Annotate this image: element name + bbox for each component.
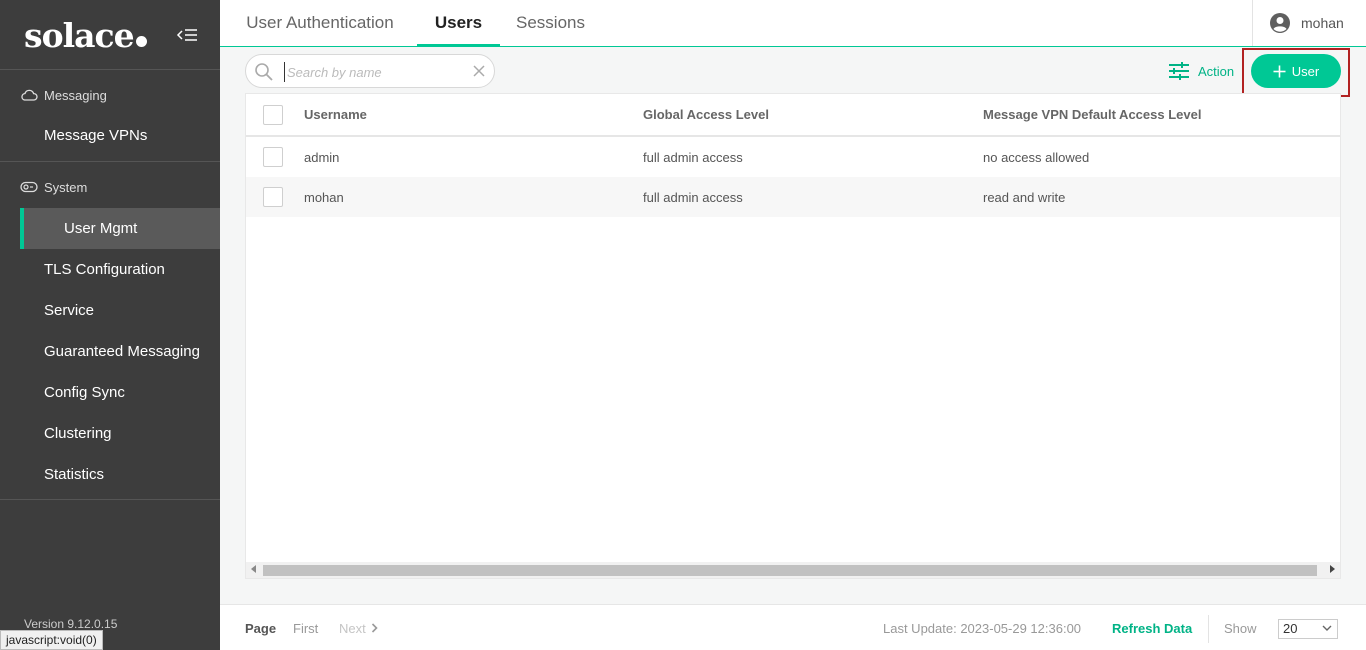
solace-logo[interactable]: solace [24, 16, 147, 55]
select-all-checkbox[interactable] [263, 105, 283, 125]
sidebar-item-guaranteed-messaging[interactable]: Guaranteed Messaging [0, 331, 220, 372]
table-row[interactable]: admin full admin access no access allowe… [246, 137, 1340, 177]
refresh-data-button[interactable]: Refresh Data [1112, 621, 1192, 636]
sidebar-item-tls-configuration[interactable]: TLS Configuration [0, 249, 220, 290]
search-icon [255, 63, 273, 81]
logo-row: solace [0, 0, 220, 70]
search-input[interactable] [284, 62, 464, 82]
version-label: Version 9.12.0.15 [24, 617, 118, 631]
footer-divider [1208, 615, 1209, 643]
table-header: Username Global Access Level Message VPN… [246, 94, 1340, 137]
horizontal-scrollbar[interactable] [246, 562, 1340, 578]
browser-status-bar: javascript:void(0) [0, 630, 103, 650]
cell-username: admin [304, 150, 340, 165]
account-circle-icon [1270, 13, 1290, 33]
chevron-right-icon [372, 623, 378, 633]
next-page-link[interactable]: Next [339, 621, 378, 636]
show-label: Show [1224, 621, 1257, 636]
column-header-vpn-default-access-level[interactable]: Message VPN Default Access Level [983, 107, 1201, 122]
sidebar-item-clustering[interactable]: Clustering [0, 413, 220, 454]
sliders-icon [1169, 62, 1189, 80]
last-update-label: Last Update: 2023-05-29 12:36:00 [883, 621, 1082, 636]
scrollbar-thumb[interactable] [263, 565, 1317, 576]
sidebar-item-message-vpns[interactable]: Message VPNs [0, 116, 220, 154]
users-table: Username Global Access Level Message VPN… [245, 93, 1341, 579]
sidebar-item-user-mgmt[interactable]: User Mgmt [20, 208, 220, 249]
chevron-down-icon [1322, 625, 1332, 631]
cell-username: mohan [304, 190, 344, 205]
collapse-menu-icon[interactable] [176, 26, 198, 44]
plus-icon [1273, 65, 1286, 77]
cell-global-access-level: full admin access [643, 190, 743, 205]
table-row[interactable]: mohan full admin access read and write [246, 177, 1340, 217]
toggle-icon [20, 181, 38, 193]
sidebar-item-config-sync[interactable]: Config Sync [0, 372, 220, 413]
add-user-button[interactable]: User [1251, 54, 1341, 88]
row-checkbox[interactable] [263, 147, 283, 167]
sidebar-item-service[interactable]: Service [0, 290, 220, 331]
first-page-link[interactable]: First [293, 621, 318, 636]
search-box [245, 54, 495, 88]
cell-vpn-default-access-level: no access allowed [983, 150, 1090, 165]
close-icon[interactable] [472, 64, 486, 78]
page-label: Page [245, 621, 277, 636]
row-checkbox[interactable] [263, 187, 283, 207]
column-header-username[interactable]: Username [304, 107, 367, 122]
scroll-right-arrow[interactable] [1330, 565, 1335, 573]
sidebar-section-header: Messaging [0, 70, 220, 116]
pagination-footer: Page First Next Last Update: 2023-05-29 … [220, 604, 1366, 650]
tab-sessions[interactable]: Sessions [516, 0, 585, 46]
cloud-icon [21, 89, 38, 101]
sidebar-section-system: System User Mgmt TLS Configuration Servi… [0, 162, 220, 500]
column-header-global-access-level[interactable]: Global Access Level [643, 107, 769, 122]
sidebar-section-messaging: Messaging Message VPNs [0, 70, 220, 162]
cell-global-access-level: full admin access [643, 150, 743, 165]
tab-bar: User Authentication Users Sessions mohan [220, 0, 1366, 47]
sidebar-section-header: System [0, 162, 220, 208]
action-button[interactable]: Action [1168, 60, 1234, 82]
page-size-select[interactable]: 20 [1278, 619, 1338, 639]
tab-user-authentication[interactable]: User Authentication [246, 0, 394, 46]
cell-vpn-default-access-level: read and write [983, 190, 1066, 205]
scroll-left-arrow[interactable] [251, 565, 256, 573]
sidebar: solace Messaging Message VPNs System Use… [0, 0, 220, 650]
user-name: mohan [1301, 15, 1344, 31]
user-menu[interactable]: mohan [1252, 0, 1366, 46]
tab-users[interactable]: Users [417, 0, 500, 46]
sidebar-item-statistics[interactable]: Statistics [0, 454, 220, 495]
